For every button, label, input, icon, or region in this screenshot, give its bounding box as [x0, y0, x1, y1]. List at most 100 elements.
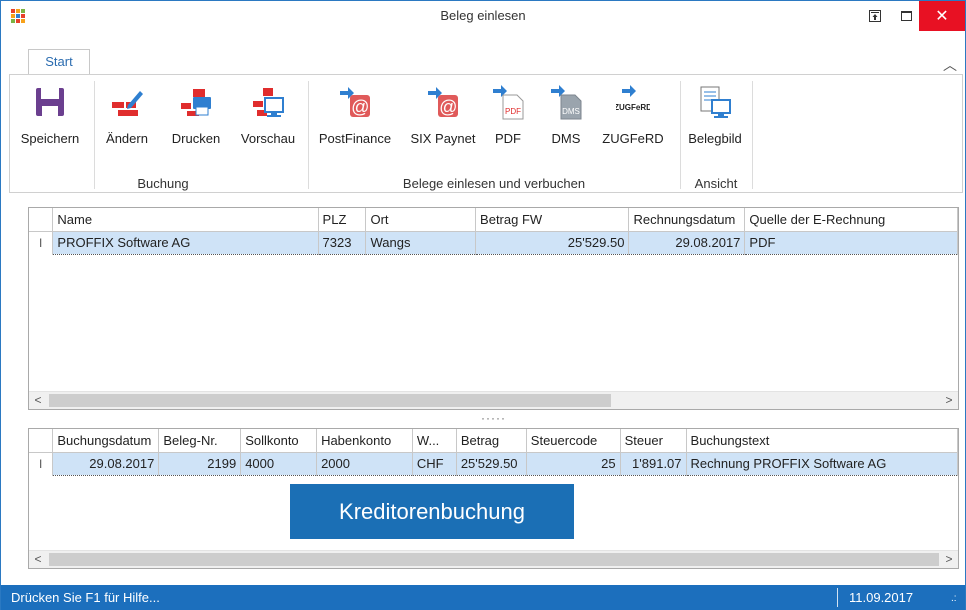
- tab-start[interactable]: Start: [28, 49, 90, 75]
- table-cell[interactable]: 2000: [316, 451, 413, 476]
- window-title: Beleg einlesen: [440, 8, 526, 23]
- save-icon: [36, 88, 64, 116]
- table-row[interactable]: I PROFFIX Software AG 7323 Wangs 25'529.…: [29, 230, 958, 255]
- belegbild-button[interactable]: Belegbild: [684, 75, 746, 165]
- column-header[interactable]: Rechnungsdatum: [628, 208, 746, 232]
- preview-icon: [253, 88, 284, 117]
- column-header[interactable]: Steuer: [620, 429, 687, 453]
- scroll-right-icon[interactable]: >: [940, 392, 958, 409]
- separator: [752, 81, 753, 189]
- row-indicator-header: [29, 208, 54, 232]
- table-cell[interactable]: 4000: [240, 451, 318, 476]
- title-bar: Beleg einlesen ✕: [1, 1, 965, 31]
- postfinance-button[interactable]: @ PostFinance: [314, 75, 396, 165]
- horizontal-scrollbar[interactable]: < >: [29, 391, 958, 409]
- preview-button[interactable]: Vorschau: [236, 75, 300, 165]
- postfinance-import-icon: @: [340, 87, 370, 117]
- table-cell[interactable]: PDF: [744, 230, 958, 255]
- save-button[interactable]: Speichern: [18, 75, 82, 165]
- column-header[interactable]: Ort: [365, 208, 477, 232]
- document-image-icon: [700, 86, 731, 118]
- status-help-text: Drücken Sie F1 für Hilfe...: [11, 590, 160, 605]
- column-header[interactable]: W...: [412, 429, 457, 453]
- table-header-row: Name PLZ Ort Betrag FW Rechnungsdatum Qu…: [29, 208, 958, 232]
- scroll-left-icon[interactable]: <: [29, 551, 47, 568]
- zugferd-button[interactable]: ZUGFeRD ZUGFeRD: [600, 75, 666, 165]
- pin-icon: [869, 10, 881, 22]
- collapse-ribbon-icon[interactable]: ︿: [943, 55, 957, 75]
- kreditorenbuchung-label: Kreditorenbuchung: [290, 484, 574, 539]
- dms-button[interactable]: DMS DMS: [544, 75, 588, 165]
- maximize-icon: [900, 10, 912, 21]
- table-cell[interactable]: PROFFIX Software AG: [52, 230, 319, 255]
- status-date: 11.09.2017: [849, 590, 914, 605]
- row-indicator-header: [29, 429, 54, 453]
- table-cell[interactable]: 25'529.50: [456, 451, 527, 476]
- svg-text:DMS: DMS: [562, 107, 580, 116]
- table-cell[interactable]: Wangs: [365, 230, 477, 255]
- table-cell[interactable]: 7323: [318, 230, 367, 255]
- scroll-left-icon[interactable]: <: [29, 392, 47, 409]
- table-header-row: Buchungsdatum Beleg-Nr. Sollkonto Habenk…: [29, 429, 958, 453]
- table-cell[interactable]: 1'891.07: [620, 451, 687, 476]
- booking-table: Buchungsdatum Beleg-Nr. Sollkonto Habenk…: [29, 429, 958, 476]
- column-header[interactable]: Buchungstext: [686, 429, 958, 453]
- table-cell[interactable]: 25'529.50: [475, 230, 630, 255]
- maximize-button[interactable]: [889, 1, 923, 31]
- invoice-table: Name PLZ Ort Betrag FW Rechnungsdatum Qu…: [29, 208, 958, 255]
- separator: [94, 81, 95, 189]
- pdf-import-icon: PDF: [493, 85, 524, 120]
- table-cell[interactable]: 25: [526, 451, 621, 476]
- edit-icon: [112, 91, 143, 116]
- pdf-button[interactable]: PDF PDF: [488, 75, 528, 165]
- close-icon: ✕: [935, 8, 949, 25]
- group-label-buchung: Buchung: [137, 176, 189, 191]
- paynet-import-icon: @: [428, 87, 458, 117]
- six-paynet-button[interactable]: @ SIX Paynet: [404, 75, 482, 165]
- zugferd-import-icon: ZUGFeRD: [616, 85, 650, 112]
- table-cell[interactable]: 29.08.2017: [52, 451, 160, 476]
- table-cell[interactable]: Rechnung PROFFIX Software AG: [686, 451, 958, 476]
- pin-window-button[interactable]: [858, 1, 892, 31]
- svg-text:ZUGFeRD: ZUGFeRD: [616, 103, 650, 112]
- svg-text:@: @: [351, 97, 369, 117]
- status-bar: Drücken Sie F1 für Hilfe... 11.09.2017 .…: [1, 585, 965, 610]
- column-header[interactable]: PLZ: [318, 208, 367, 232]
- scroll-right-icon[interactable]: >: [940, 551, 958, 568]
- column-header[interactable]: Buchungsdatum: [52, 429, 160, 453]
- print-button[interactable]: Drucken: [166, 75, 226, 165]
- dms-import-icon: DMS: [551, 85, 582, 120]
- horizontal-scrollbar[interactable]: < >: [29, 550, 958, 568]
- close-button[interactable]: ✕: [919, 1, 965, 31]
- column-header[interactable]: Sollkonto: [240, 429, 318, 453]
- ribbon-tabs: Start ︿: [1, 31, 965, 75]
- print-icon: [181, 89, 211, 116]
- ribbon: Speichern Ändern Drucken Vorschau Buchun…: [9, 74, 963, 193]
- separator: [308, 81, 309, 189]
- invoice-grid: Name PLZ Ort Betrag FW Rechnungsdatum Qu…: [28, 207, 959, 410]
- table-row[interactable]: I 29.08.2017 2199 4000 2000 CHF 25'529.5…: [29, 451, 958, 476]
- edit-button[interactable]: Ändern: [100, 75, 154, 165]
- status-separator: [837, 588, 838, 607]
- group-label-belege: Belege einlesen und verbuchen: [402, 176, 586, 191]
- column-header[interactable]: Steuercode: [526, 429, 621, 453]
- group-label-ansicht: Ansicht: [694, 176, 738, 191]
- scrollbar-thumb[interactable]: [49, 553, 939, 566]
- resize-grip-icon[interactable]: .:: [951, 593, 957, 604]
- column-header[interactable]: Betrag FW: [475, 208, 630, 232]
- svg-text:@: @: [439, 97, 457, 117]
- separator: [680, 81, 681, 189]
- svg-text:PDF: PDF: [505, 107, 521, 116]
- column-header[interactable]: Betrag: [456, 429, 527, 453]
- splitter-handle[interactable]: ·····: [481, 411, 506, 425]
- column-header[interactable]: Name: [52, 208, 319, 232]
- column-header[interactable]: Habenkonto: [316, 429, 413, 453]
- row-cursor-icon: I: [29, 452, 54, 475]
- scrollbar-thumb[interactable]: [49, 394, 611, 407]
- column-header[interactable]: Beleg-Nr.: [158, 429, 242, 453]
- table-cell[interactable]: 29.08.2017: [628, 230, 746, 255]
- table-cell[interactable]: 2199: [158, 451, 242, 476]
- main-window: Beleg einlesen ✕ Start ︿ Speichern Änder…: [0, 0, 966, 610]
- table-cell[interactable]: CHF: [412, 451, 457, 476]
- column-header[interactable]: Quelle der E-Rechnung: [744, 208, 958, 232]
